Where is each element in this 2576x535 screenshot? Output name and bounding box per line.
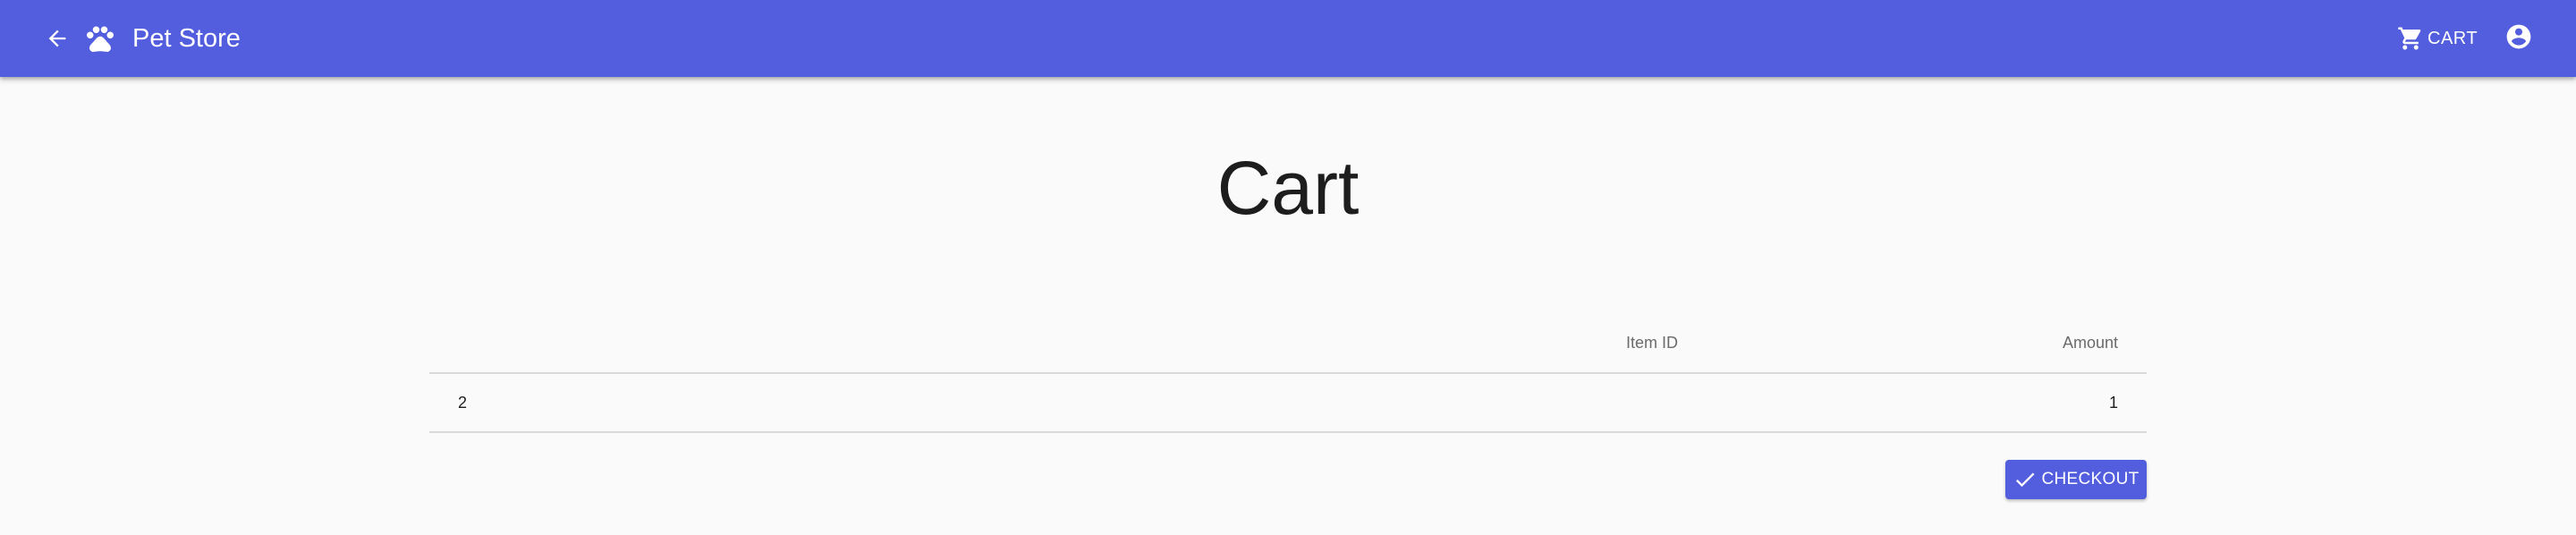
table-cell-item-id — [1202, 373, 1707, 433]
table-header-row: Item ID Amount — [429, 313, 2147, 374]
cart-label: CART — [2428, 28, 2479, 48]
column-header-amount: Amount — [1707, 313, 2147, 374]
app-title: Pet Store — [132, 24, 241, 53]
table-cell-name: 2 — [429, 373, 1202, 433]
page-title: Cart — [1216, 146, 1360, 230]
checkout-button[interactable]: CHECKOUT — [2005, 460, 2147, 499]
column-header-name — [429, 313, 1202, 374]
cart-icon — [2398, 27, 2421, 50]
table-cell-amount: 1 — [1707, 373, 2147, 433]
column-header-item-id: Item ID — [1202, 313, 1707, 374]
back-button[interactable] — [38, 19, 77, 58]
arrow-left-icon — [48, 30, 66, 47]
app-bar: Pet Store CART — [0, 0, 2576, 77]
check-icon — [2016, 472, 2035, 488]
paw-icon — [87, 26, 114, 53]
cart-table: Item ID Amount 2 1 — [429, 313, 2147, 433]
account-circle-icon — [2506, 24, 2531, 49]
table-row[interactable]: 2 1 — [429, 373, 2147, 433]
account-button[interactable] — [2499, 17, 2538, 56]
cart-button[interactable]: CART — [2397, 20, 2478, 57]
checkout-label: CHECKOUT — [2041, 470, 2140, 488]
